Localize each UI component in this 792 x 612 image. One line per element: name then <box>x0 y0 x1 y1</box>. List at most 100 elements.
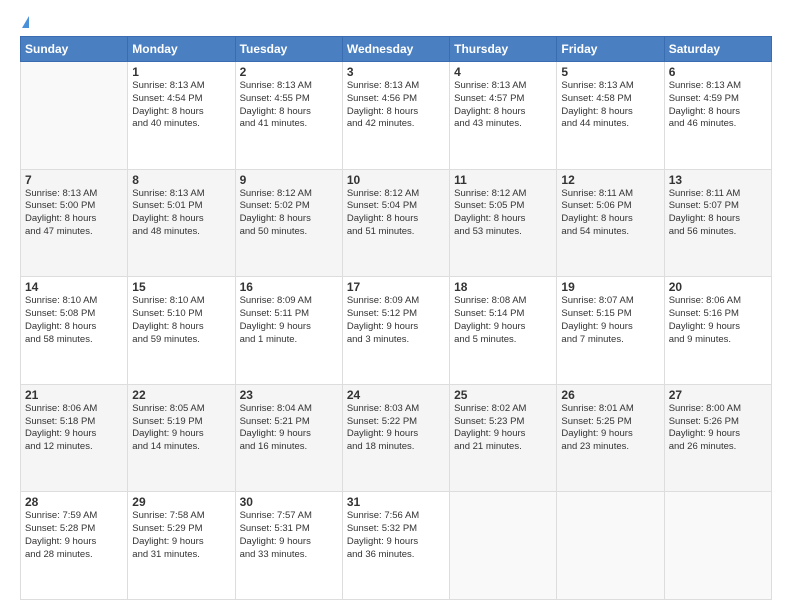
day-number: 26 <box>561 388 659 402</box>
day-info: Sunrise: 8:13 AMSunset: 5:01 PMDaylight:… <box>132 188 230 239</box>
calendar-cell: 11Sunrise: 8:12 AMSunset: 5:05 PMDayligh… <box>450 169 557 277</box>
calendar-week-row: 28Sunrise: 7:59 AMSunset: 5:28 PMDayligh… <box>21 492 772 600</box>
day-number: 5 <box>561 65 659 79</box>
day-info: Sunrise: 8:02 AMSunset: 5:23 PMDaylight:… <box>454 403 552 454</box>
day-number: 8 <box>132 173 230 187</box>
day-info: Sunrise: 8:09 AMSunset: 5:11 PMDaylight:… <box>240 295 338 346</box>
day-number: 10 <box>347 173 445 187</box>
day-info: Sunrise: 8:12 AMSunset: 5:02 PMDaylight:… <box>240 188 338 239</box>
calendar-cell <box>664 492 771 600</box>
calendar-week-row: 7Sunrise: 8:13 AMSunset: 5:00 PMDaylight… <box>21 169 772 277</box>
day-info: Sunrise: 7:57 AMSunset: 5:31 PMDaylight:… <box>240 510 338 561</box>
day-info: Sunrise: 8:07 AMSunset: 5:15 PMDaylight:… <box>561 295 659 346</box>
day-number: 4 <box>454 65 552 79</box>
day-info: Sunrise: 8:11 AMSunset: 5:06 PMDaylight:… <box>561 188 659 239</box>
day-info: Sunrise: 8:13 AMSunset: 4:55 PMDaylight:… <box>240 80 338 131</box>
calendar-cell: 14Sunrise: 8:10 AMSunset: 5:08 PMDayligh… <box>21 277 128 385</box>
day-number: 6 <box>669 65 767 79</box>
day-info: Sunrise: 8:11 AMSunset: 5:07 PMDaylight:… <box>669 188 767 239</box>
day-number: 15 <box>132 280 230 294</box>
calendar-week-row: 1Sunrise: 8:13 AMSunset: 4:54 PMDaylight… <box>21 62 772 170</box>
calendar-cell: 2Sunrise: 8:13 AMSunset: 4:55 PMDaylight… <box>235 62 342 170</box>
calendar-cell: 17Sunrise: 8:09 AMSunset: 5:12 PMDayligh… <box>342 277 449 385</box>
calendar-cell: 15Sunrise: 8:10 AMSunset: 5:10 PMDayligh… <box>128 277 235 385</box>
day-number: 14 <box>25 280 123 294</box>
page: SundayMondayTuesdayWednesdayThursdayFrid… <box>0 0 792 612</box>
day-number: 30 <box>240 495 338 509</box>
calendar-cell: 27Sunrise: 8:00 AMSunset: 5:26 PMDayligh… <box>664 384 771 492</box>
calendar-header-wednesday: Wednesday <box>342 37 449 62</box>
logo <box>20 16 29 28</box>
calendar-cell: 28Sunrise: 7:59 AMSunset: 5:28 PMDayligh… <box>21 492 128 600</box>
day-number: 28 <box>25 495 123 509</box>
calendar-header-saturday: Saturday <box>664 37 771 62</box>
day-info: Sunrise: 8:13 AMSunset: 4:59 PMDaylight:… <box>669 80 767 131</box>
calendar-cell: 23Sunrise: 8:04 AMSunset: 5:21 PMDayligh… <box>235 384 342 492</box>
calendar-cell: 1Sunrise: 8:13 AMSunset: 4:54 PMDaylight… <box>128 62 235 170</box>
calendar-cell: 12Sunrise: 8:11 AMSunset: 5:06 PMDayligh… <box>557 169 664 277</box>
calendar-cell <box>21 62 128 170</box>
day-number: 31 <box>347 495 445 509</box>
calendar-cell: 20Sunrise: 8:06 AMSunset: 5:16 PMDayligh… <box>664 277 771 385</box>
day-number: 27 <box>669 388 767 402</box>
day-info: Sunrise: 7:56 AMSunset: 5:32 PMDaylight:… <box>347 510 445 561</box>
day-info: Sunrise: 8:10 AMSunset: 5:08 PMDaylight:… <box>25 295 123 346</box>
calendar-cell: 13Sunrise: 8:11 AMSunset: 5:07 PMDayligh… <box>664 169 771 277</box>
calendar-table: SundayMondayTuesdayWednesdayThursdayFrid… <box>20 36 772 600</box>
day-info: Sunrise: 7:59 AMSunset: 5:28 PMDaylight:… <box>25 510 123 561</box>
calendar-header-thursday: Thursday <box>450 37 557 62</box>
day-info: Sunrise: 8:13 AMSunset: 4:58 PMDaylight:… <box>561 80 659 131</box>
calendar-week-row: 14Sunrise: 8:10 AMSunset: 5:08 PMDayligh… <box>21 277 772 385</box>
calendar-cell: 24Sunrise: 8:03 AMSunset: 5:22 PMDayligh… <box>342 384 449 492</box>
header <box>20 16 772 28</box>
day-info: Sunrise: 8:13 AMSunset: 4:57 PMDaylight:… <box>454 80 552 131</box>
calendar-cell: 25Sunrise: 8:02 AMSunset: 5:23 PMDayligh… <box>450 384 557 492</box>
day-info: Sunrise: 8:12 AMSunset: 5:04 PMDaylight:… <box>347 188 445 239</box>
day-number: 16 <box>240 280 338 294</box>
calendar-week-row: 21Sunrise: 8:06 AMSunset: 5:18 PMDayligh… <box>21 384 772 492</box>
calendar-cell <box>557 492 664 600</box>
day-number: 24 <box>347 388 445 402</box>
day-info: Sunrise: 8:10 AMSunset: 5:10 PMDaylight:… <box>132 295 230 346</box>
day-number: 2 <box>240 65 338 79</box>
calendar-cell: 21Sunrise: 8:06 AMSunset: 5:18 PMDayligh… <box>21 384 128 492</box>
calendar-header-sunday: Sunday <box>21 37 128 62</box>
day-info: Sunrise: 8:13 AMSunset: 4:54 PMDaylight:… <box>132 80 230 131</box>
day-number: 21 <box>25 388 123 402</box>
day-info: Sunrise: 8:06 AMSunset: 5:16 PMDaylight:… <box>669 295 767 346</box>
calendar-cell: 29Sunrise: 7:58 AMSunset: 5:29 PMDayligh… <box>128 492 235 600</box>
day-info: Sunrise: 8:06 AMSunset: 5:18 PMDaylight:… <box>25 403 123 454</box>
day-info: Sunrise: 8:04 AMSunset: 5:21 PMDaylight:… <box>240 403 338 454</box>
calendar-cell: 4Sunrise: 8:13 AMSunset: 4:57 PMDaylight… <box>450 62 557 170</box>
calendar-header-friday: Friday <box>557 37 664 62</box>
day-info: Sunrise: 8:13 AMSunset: 4:56 PMDaylight:… <box>347 80 445 131</box>
calendar-cell: 19Sunrise: 8:07 AMSunset: 5:15 PMDayligh… <box>557 277 664 385</box>
day-info: Sunrise: 8:00 AMSunset: 5:26 PMDaylight:… <box>669 403 767 454</box>
day-number: 7 <box>25 173 123 187</box>
calendar-cell: 31Sunrise: 7:56 AMSunset: 5:32 PMDayligh… <box>342 492 449 600</box>
calendar-cell: 18Sunrise: 8:08 AMSunset: 5:14 PMDayligh… <box>450 277 557 385</box>
day-number: 29 <box>132 495 230 509</box>
day-number: 19 <box>561 280 659 294</box>
logo-triangle-icon <box>22 16 29 28</box>
day-number: 23 <box>240 388 338 402</box>
day-number: 11 <box>454 173 552 187</box>
day-info: Sunrise: 8:03 AMSunset: 5:22 PMDaylight:… <box>347 403 445 454</box>
calendar-cell: 9Sunrise: 8:12 AMSunset: 5:02 PMDaylight… <box>235 169 342 277</box>
calendar-cell: 30Sunrise: 7:57 AMSunset: 5:31 PMDayligh… <box>235 492 342 600</box>
day-number: 17 <box>347 280 445 294</box>
calendar-cell: 22Sunrise: 8:05 AMSunset: 5:19 PMDayligh… <box>128 384 235 492</box>
calendar-header-tuesday: Tuesday <box>235 37 342 62</box>
day-number: 18 <box>454 280 552 294</box>
day-info: Sunrise: 8:13 AMSunset: 5:00 PMDaylight:… <box>25 188 123 239</box>
calendar-cell: 3Sunrise: 8:13 AMSunset: 4:56 PMDaylight… <box>342 62 449 170</box>
calendar-cell <box>450 492 557 600</box>
day-info: Sunrise: 8:01 AMSunset: 5:25 PMDaylight:… <box>561 403 659 454</box>
day-info: Sunrise: 7:58 AMSunset: 5:29 PMDaylight:… <box>132 510 230 561</box>
calendar-cell: 26Sunrise: 8:01 AMSunset: 5:25 PMDayligh… <box>557 384 664 492</box>
calendar-cell: 16Sunrise: 8:09 AMSunset: 5:11 PMDayligh… <box>235 277 342 385</box>
day-number: 12 <box>561 173 659 187</box>
day-info: Sunrise: 8:05 AMSunset: 5:19 PMDaylight:… <box>132 403 230 454</box>
day-info: Sunrise: 8:09 AMSunset: 5:12 PMDaylight:… <box>347 295 445 346</box>
calendar-cell: 6Sunrise: 8:13 AMSunset: 4:59 PMDaylight… <box>664 62 771 170</box>
